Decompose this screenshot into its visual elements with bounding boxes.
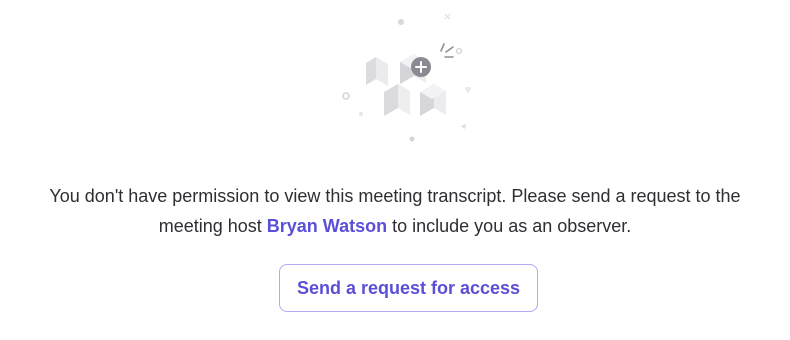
restricted-content-illustration (342, 13, 472, 142)
cube-stack (366, 54, 446, 116)
permission-message: You don't have permission to view this m… (30, 181, 760, 241)
request-access-button[interactable]: Send a request for access (279, 264, 538, 312)
access-denied-page: You don't have permission to view this m… (0, 0, 790, 340)
plus-icon (411, 57, 431, 77)
meeting-host-link[interactable]: Bryan Watson (267, 216, 387, 236)
permission-message-suffix: to include you as an observer. (387, 216, 632, 236)
